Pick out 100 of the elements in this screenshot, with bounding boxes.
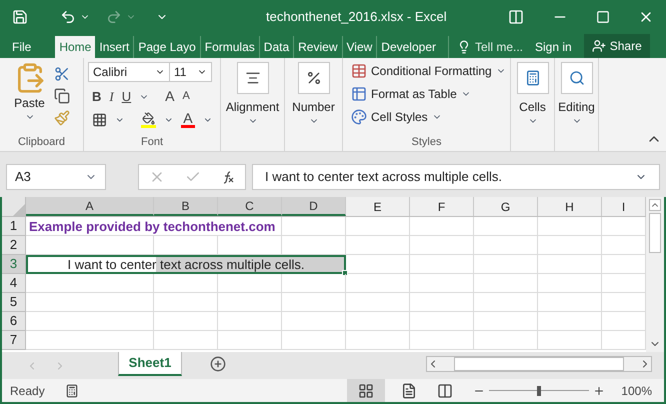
grid-cell[interactable] (218, 312, 282, 331)
grid-cell[interactable] (474, 274, 538, 293)
row-header[interactable]: 3 (2, 255, 26, 274)
styles-menu-button[interactable]: Conditional Formatting (351, 62, 506, 80)
formula-field[interactable]: I want to center text across multiple cells. (252, 164, 660, 190)
grid-cell[interactable] (154, 312, 218, 331)
editing-label[interactable]: Editing (558, 98, 595, 116)
grid-cell[interactable] (474, 236, 538, 255)
page-layout-icon[interactable] (401, 382, 418, 398)
ribbon-tab[interactable]: Insert (95, 36, 134, 58)
grid-cell[interactable] (26, 312, 154, 331)
grid-cell[interactable] (218, 293, 282, 312)
grow-font-button[interactable]: A (165, 86, 174, 107)
bold-button[interactable]: B (92, 86, 102, 106)
row-header[interactable]: 2 (2, 236, 26, 255)
function-icon[interactable] (221, 170, 235, 184)
percent-icon[interactable] (306, 70, 322, 86)
column-header[interactable]: H (538, 197, 602, 216)
grid-cell[interactable] (346, 312, 410, 331)
cells-label[interactable]: Cells (519, 98, 546, 116)
font-name-field[interactable]: Calibri (88, 62, 170, 82)
scroll-thumb[interactable] (454, 357, 624, 371)
column-header[interactable]: A (26, 197, 154, 216)
grid-cell[interactable] (26, 293, 154, 312)
grid-cell[interactable] (154, 331, 218, 350)
grid-cell[interactable] (346, 331, 410, 350)
fill-handle[interactable] (342, 270, 348, 276)
column-header[interactable]: E (346, 197, 410, 216)
ribbon-tab[interactable]: File (8, 36, 36, 58)
grid-cell[interactable] (410, 293, 474, 312)
cut-icon[interactable] (54, 66, 70, 82)
maximize-icon[interactable] (596, 10, 610, 24)
column-header[interactable]: D (282, 197, 346, 216)
grid-cell[interactable] (474, 217, 538, 236)
grid-cell[interactable] (282, 331, 346, 350)
name-box[interactable]: A3 (6, 164, 106, 190)
save-icon[interactable] (12, 8, 28, 24)
grid-cell[interactable] (538, 331, 602, 350)
zoom-slider[interactable] (489, 386, 590, 396)
ribbon-tab[interactable]: Home (55, 36, 96, 58)
grid-cell[interactable] (26, 274, 154, 293)
paste-label[interactable]: Paste (14, 94, 45, 112)
format-painter-icon[interactable] (54, 110, 70, 126)
font-size-field[interactable]: 11 (170, 62, 212, 82)
grid-cell[interactable] (474, 293, 538, 312)
grid-cell[interactable] (154, 293, 218, 312)
grid-cell[interactable] (282, 217, 346, 236)
grid-cell[interactable] (218, 274, 282, 293)
grid-cell[interactable] (410, 312, 474, 331)
alignment-label[interactable]: Alignment (226, 98, 280, 116)
grid-cell[interactable] (154, 274, 218, 293)
zoom-level[interactable]: 100% (621, 382, 652, 400)
grid-cell[interactable] (538, 312, 602, 331)
grid-cell[interactable] (538, 255, 602, 274)
share-button[interactable]: Share (584, 34, 650, 58)
styles-menu-button[interactable]: Format as Table (351, 85, 506, 103)
number-label[interactable]: Number (292, 98, 335, 116)
search-icon[interactable] (568, 70, 584, 86)
vertical-scrollbar[interactable] (646, 197, 664, 352)
grid-cell[interactable] (410, 331, 474, 350)
fill-color-icon[interactable] (140, 112, 156, 128)
grid-cell[interactable] (538, 236, 602, 255)
grid-cell[interactable] (410, 217, 474, 236)
underline-button[interactable]: U (122, 86, 132, 106)
horizontal-scrollbar[interactable] (426, 356, 652, 372)
scroll-up-icon[interactable] (649, 199, 661, 211)
copy-icon[interactable] (54, 88, 70, 104)
grid-cell[interactable] (410, 274, 474, 293)
styles-menu-button[interactable]: Cell Styles (351, 108, 506, 126)
grid-cell[interactable] (346, 274, 410, 293)
grid-cell[interactable] (346, 255, 410, 274)
grid-cell[interactable] (410, 236, 474, 255)
grid-cell[interactable] (282, 274, 346, 293)
grid-cell[interactable] (282, 312, 346, 331)
sign-in-link[interactable]: Sign in (527, 36, 580, 58)
grid-cell[interactable] (538, 217, 602, 236)
grid-cell[interactable] (474, 312, 538, 331)
borders-icon[interactable] (92, 112, 108, 128)
row-header[interactable]: 6 (2, 312, 26, 331)
grid-cell[interactable] (474, 331, 538, 350)
row-header[interactable]: 4 (2, 274, 26, 293)
grid-cell[interactable] (410, 255, 474, 274)
grid-cell[interactable] (282, 293, 346, 312)
selected-cell-range[interactable]: I want to center text across multiple cells. (26, 255, 346, 274)
row-header[interactable]: 7 (2, 331, 26, 350)
zoom-thumb[interactable] (537, 386, 542, 396)
column-header[interactable]: I (602, 197, 646, 216)
scroll-thumb[interactable] (649, 213, 661, 253)
grid-cell[interactable] (346, 217, 410, 236)
zoom-in-icon[interactable] (593, 384, 606, 396)
grid-cell[interactable] (538, 274, 602, 293)
italic-button[interactable]: I (109, 86, 114, 106)
row-header[interactable]: 5 (2, 293, 26, 312)
grid-cell[interactable] (538, 293, 602, 312)
tell-me-field[interactable]: Tell me... (475, 38, 524, 56)
column-header[interactable]: F (410, 197, 474, 216)
column-header[interactable]: G (474, 197, 538, 216)
font-color-button[interactable]: A (181, 111, 195, 128)
shrink-font-button[interactable]: A (182, 88, 190, 105)
normal-view-icon[interactable] (358, 382, 374, 398)
